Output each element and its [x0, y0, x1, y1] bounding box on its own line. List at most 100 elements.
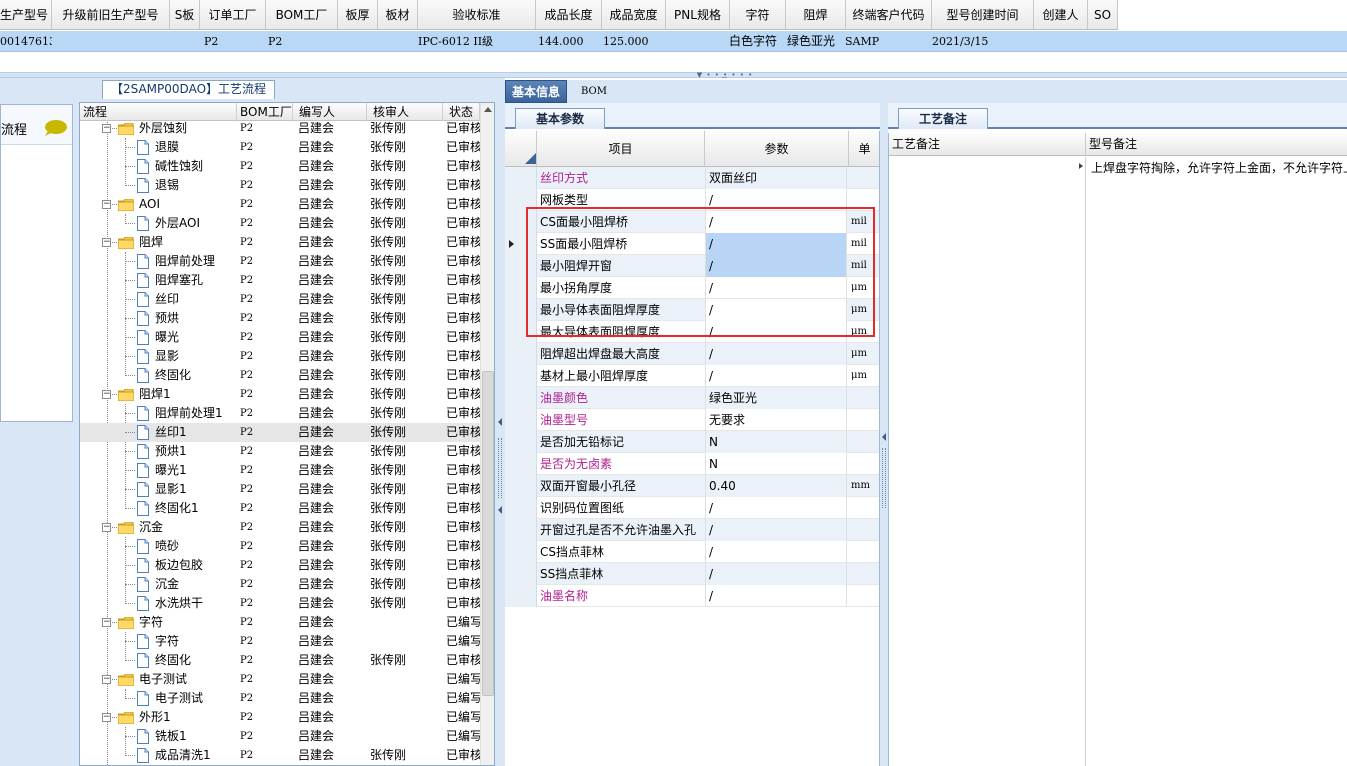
top-col-header[interactable]: 创建人	[1034, 0, 1088, 30]
param-value-cell[interactable]: /	[705, 343, 847, 365]
param-row[interactable]: 最小拐角厚度 / μm	[505, 277, 879, 299]
tree-row[interactable]: 成品清洗1 P2 吕建会 张传刚 已审核	[80, 746, 480, 765]
tree-row[interactable]: 碱性蚀刻 P2 吕建会 张传刚 已审核	[80, 157, 480, 176]
top-col-header[interactable]: 型号创建时间	[932, 0, 1034, 30]
collapse-toggle-icon[interactable]: −	[102, 238, 111, 247]
top-col-header[interactable]: 升级前旧生产型号	[52, 0, 170, 30]
param-value-cell[interactable]: /	[705, 211, 847, 233]
tree-row[interactable]: 电子测试 P2 吕建会 已编写	[80, 689, 480, 708]
col-bom[interactable]: BOM工厂	[237, 103, 293, 121]
process-flow-tab[interactable]: 【2SAMP00DAO】工艺流程	[102, 80, 276, 99]
param-row[interactable]: 阻焊超出焊盘最大高度 / μm	[505, 343, 879, 365]
param-row[interactable]: 网板类型 /	[505, 189, 879, 211]
collapse-toggle-icon[interactable]: −	[102, 124, 111, 133]
param-row[interactable]: 最大导体表面阻焊厚度 / μm	[505, 321, 879, 343]
tree-row[interactable]: 阻焊前处理1 P2 吕建会 张传刚 已审核	[80, 404, 480, 423]
tree-row[interactable]: − 字符 P2 吕建会 已编写	[80, 613, 480, 632]
row-indicator[interactable]	[505, 563, 537, 585]
vertical-splitter[interactable]	[495, 78, 505, 766]
param-row[interactable]: SS挡点菲林 /	[505, 563, 879, 585]
tab-basic-params[interactable]: 基本参数	[515, 108, 605, 129]
param-value-cell[interactable]: 0.40	[705, 475, 847, 497]
col-flow[interactable]: 流程	[80, 103, 237, 121]
param-value-cell[interactable]: /	[705, 299, 847, 321]
param-value-cell[interactable]: /	[705, 233, 847, 255]
collapse-toggle-icon[interactable]: −	[102, 523, 111, 532]
model-row[interactable]: 00147613 P2 P2 IPC-6012 II级 144.000 125.…	[0, 31, 1347, 52]
row-indicator[interactable]	[505, 475, 537, 497]
collapse-toggle-icon[interactable]: −	[102, 390, 111, 399]
tree-row[interactable]: 铣板1 P2 吕建会 已编写	[80, 727, 480, 746]
param-row[interactable]: 最小导体表面阻焊厚度 / μm	[505, 299, 879, 321]
collapse-toggle-icon[interactable]: −	[102, 675, 111, 684]
tree-row[interactable]: − 沉金 P2 吕建会 张传刚 已审核	[80, 518, 480, 537]
col-process-notes[interactable]: 工艺备注	[889, 133, 1086, 156]
tree-row[interactable]: 曝光 P2 吕建会 张传刚 已审核	[80, 328, 480, 347]
param-row[interactable]: 最小阻焊开窗 / mil	[505, 255, 879, 277]
param-value-cell[interactable]: /	[705, 321, 847, 343]
col-param[interactable]: 参数	[705, 131, 849, 167]
top-col-header[interactable]: 成品长度	[536, 0, 602, 30]
col-status[interactable]: 状态	[443, 103, 480, 121]
nav-item-flow[interactable]: 流程	[1, 105, 72, 145]
row-indicator[interactable]	[505, 541, 537, 563]
row-indicator[interactable]	[505, 365, 537, 387]
tab-bom[interactable]: BOM	[575, 80, 613, 103]
tree-row[interactable]: 预烘 P2 吕建会 张传刚 已审核	[80, 309, 480, 328]
vertical-splitter-2[interactable]	[880, 103, 888, 766]
tree-row[interactable]: 阻焊前处理 P2 吕建会 张传刚 已审核	[80, 252, 480, 271]
process-notes-cell[interactable]	[889, 157, 1086, 766]
param-row[interactable]: 双面开窗最小孔径 0.40 mm	[505, 475, 879, 497]
row-indicator[interactable]	[505, 299, 537, 321]
param-row[interactable]: 丝印方式 双面丝印	[505, 167, 879, 189]
top-col-header[interactable]: 板材	[378, 0, 418, 30]
tree-row[interactable]: 退膜 P2 吕建会 张传刚 已审核	[80, 138, 480, 157]
row-indicator[interactable]	[505, 497, 537, 519]
tree-row[interactable]: 丝印1 P2 吕建会 张传刚 已审核	[80, 423, 480, 442]
tree-row[interactable]: 喷砂 P2 吕建会 张传刚 已审核	[80, 537, 480, 556]
row-indicator[interactable]	[505, 233, 537, 255]
param-row[interactable]: 油墨颜色 绿色亚光	[505, 387, 879, 409]
row-indicator[interactable]	[505, 431, 537, 453]
top-col-header[interactable]: S板	[170, 0, 200, 30]
row-indicator[interactable]	[505, 211, 537, 233]
col-writer[interactable]: 编写人	[293, 103, 367, 121]
col-model-notes[interactable]: 型号备注	[1086, 133, 1347, 156]
row-indicator[interactable]	[505, 519, 537, 541]
top-col-header[interactable]: 订单工厂	[200, 0, 266, 30]
scroll-thumb[interactable]	[482, 371, 494, 696]
row-indicator[interactable]	[505, 585, 537, 607]
tree-row[interactable]: 水洗烘干 P2 吕建会 张传刚 已审核	[80, 594, 480, 613]
tab-process-notes[interactable]: 工艺备注	[898, 108, 988, 129]
col-item[interactable]: 项目	[537, 131, 705, 167]
tree-row[interactable]: 外层AOI P2 吕建会 张传刚 已审核	[80, 214, 480, 233]
param-value-cell[interactable]: 双面丝印	[705, 167, 847, 189]
param-value-cell[interactable]: /	[705, 563, 847, 585]
collapse-left-icon-3[interactable]	[882, 433, 886, 441]
row-indicator[interactable]	[505, 453, 537, 475]
row-indicator[interactable]	[505, 409, 537, 431]
splitter-grip-v2[interactable]	[882, 448, 886, 508]
tree-row[interactable]: − 阻焊 P2 吕建会 张传刚 已审核	[80, 233, 480, 252]
tree-row[interactable]: 显影 P2 吕建会 张传刚 已审核	[80, 347, 480, 366]
param-row[interactable]: SS面最小阻焊桥 / mil	[505, 233, 879, 255]
tree-row[interactable]: 终固化 P2 吕建会 张传刚 已审核	[80, 651, 480, 670]
param-value-cell[interactable]: N	[705, 453, 847, 475]
splitter-grip-v[interactable]	[498, 438, 502, 498]
row-indicator[interactable]	[505, 343, 537, 365]
param-row[interactable]: CS面最小阻焊桥 / mil	[505, 211, 879, 233]
param-row[interactable]: 油墨名称 /	[505, 585, 879, 607]
param-value-cell[interactable]: /	[705, 541, 847, 563]
tab-basic-info[interactable]: 基本信息	[505, 80, 568, 103]
row-indicator[interactable]	[505, 167, 537, 189]
param-value-cell[interactable]: /	[705, 497, 847, 519]
top-col-header[interactable]: 字符	[730, 0, 786, 30]
param-value-cell[interactable]: /	[705, 255, 847, 277]
collapse-toggle-icon[interactable]: −	[102, 713, 111, 722]
tree-row[interactable]: 沉金 P2 吕建会 张传刚 已审核	[80, 575, 480, 594]
col-unit[interactable]: 单	[849, 131, 879, 167]
param-row[interactable]: 是否为无卤素 N	[505, 453, 879, 475]
param-row[interactable]: 是否加无铅标记 N	[505, 431, 879, 453]
top-col-header[interactable]: 板厚	[338, 0, 378, 30]
row-indicator[interactable]	[505, 321, 537, 343]
